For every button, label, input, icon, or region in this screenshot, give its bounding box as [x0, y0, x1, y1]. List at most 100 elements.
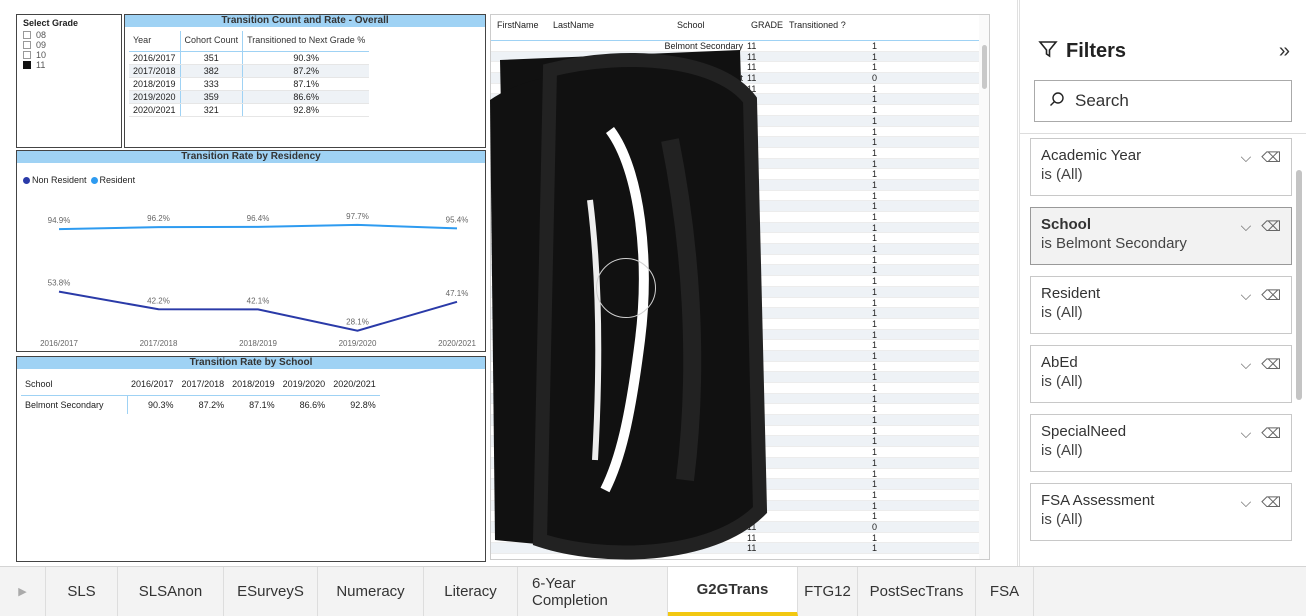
column-header[interactable]: Transitioned ? — [789, 20, 855, 30]
school-table-visual[interactable]: Transition Rate by School School 2016/201… — [16, 356, 486, 562]
tab-g2gtrans[interactable]: G2GTrans — [668, 567, 798, 616]
table-row[interactable]: 11 1 — [491, 62, 989, 74]
table-row[interactable]: 11 1 — [491, 393, 989, 405]
table-row[interactable]: 11 1 — [491, 404, 989, 416]
column-header[interactable]: FirstName — [491, 20, 553, 30]
column-header[interactable]: 2019/2020 — [278, 375, 330, 396]
column-header[interactable]: 2017/2018 — [177, 375, 229, 396]
filter-card-specialneed[interactable]: SpecialNeed is (All) ⌵ ⌫ — [1030, 414, 1292, 472]
chevron-down-icon[interactable]: ⌵ — [1241, 218, 1252, 235]
student-table-scrollbar[interactable] — [979, 15, 989, 559]
table-row[interactable]: 11 1 — [491, 179, 989, 191]
series-line-resident[interactable] — [58, 223, 458, 231]
column-header[interactable]: School — [663, 20, 751, 30]
table-row[interactable]: 11 1 — [491, 276, 989, 287]
eraser-icon[interactable]: ⌫ — [1261, 494, 1281, 511]
tab-sls[interactable]: SLS — [46, 567, 118, 616]
column-header[interactable]: School — [21, 375, 127, 396]
tab-numeracy[interactable]: Numeracy — [318, 567, 424, 616]
table-row[interactable]: 11 1 — [491, 212, 989, 223]
table-row[interactable]: 11 0 — [491, 521, 989, 533]
table-row[interactable]: 11 1 — [491, 255, 989, 266]
filter-card-resident[interactable]: Resident is (All) ⌵ ⌫ — [1030, 276, 1292, 334]
filters-scrollbar[interactable] — [1296, 170, 1302, 400]
table-row[interactable]: 11 1 — [491, 457, 989, 469]
table-row[interactable]: 11 1 — [491, 286, 989, 298]
filters-search-input[interactable]: Search — [1034, 80, 1292, 122]
chevron-down-icon[interactable]: ⌵ — [1241, 287, 1252, 304]
tab-literacy[interactable]: Literacy — [424, 567, 518, 616]
table-row[interactable]: 11 1 — [491, 201, 989, 212]
table-row[interactable]: 11 1 — [491, 169, 989, 180]
column-header[interactable]: Transitioned to Next Grade % — [242, 31, 370, 52]
table-row[interactable]: Belmont 11 1 — [491, 500, 989, 512]
column-header[interactable]: Year — [129, 31, 181, 52]
table-row[interactable]: 11 1 — [491, 543, 989, 554]
table-row[interactable]: 11 1 — [491, 426, 989, 437]
eraser-icon[interactable]: ⌫ — [1261, 356, 1281, 373]
checkbox[interactable] — [23, 61, 31, 69]
table-row[interactable]: 11 1 — [491, 298, 989, 309]
tab-postsectrans[interactable]: PostSecTrans — [858, 567, 976, 616]
table-row[interactable]: 11 1 — [491, 137, 989, 148]
table-row[interactable]: 11 1 — [491, 415, 989, 426]
table-row[interactable]: Belmont 11 1 — [491, 94, 989, 106]
tab-fsa[interactable]: FSA — [976, 567, 1034, 616]
table-row[interactable]: 11 1 — [491, 222, 989, 234]
filter-card-fsa-assessment[interactable]: FSA Assessment is (All) ⌵ ⌫ — [1030, 483, 1292, 541]
chevron-down-icon[interactable]: ⌵ — [1241, 494, 1252, 511]
checkbox[interactable] — [23, 41, 31, 49]
tab-scroll-left-icon[interactable]: ▶ — [0, 567, 46, 616]
table-row[interactable]: 11 1 — [491, 265, 989, 277]
table-row[interactable]: 11 1 — [491, 479, 989, 490]
column-header[interactable]: Cohort Count — [180, 31, 244, 52]
residency-chart-visual[interactable]: Transition Rate by Residency Non Residen… — [16, 150, 486, 352]
column-header[interactable]: 2016/2017 — [127, 375, 178, 396]
column-header[interactable]: 2020/2021 — [329, 375, 380, 396]
table-row[interactable]: 11 1 — [491, 148, 989, 159]
eraser-icon[interactable]: ⌫ — [1261, 149, 1281, 166]
tab-6-year-completion[interactable]: 6-Year Completion — [518, 567, 668, 616]
eraser-icon[interactable]: ⌫ — [1261, 287, 1281, 304]
table-row[interactable]: 11 1 — [491, 105, 989, 116]
filter-card-abed[interactable]: AbEd is (All) ⌵ ⌫ — [1030, 345, 1292, 403]
overall-table-visual[interactable]: Transition Count and Rate - Overall Year… — [124, 14, 486, 148]
grade-option[interactable]: 11 — [23, 60, 115, 70]
table-row[interactable]: 11 1 — [491, 191, 989, 202]
table-row[interactable]: 11 1 — [491, 469, 989, 480]
table-row[interactable]: 11 1 — [491, 447, 989, 458]
eraser-icon[interactable]: ⌫ — [1261, 425, 1281, 442]
table-row[interactable]: 11 1 — [491, 308, 989, 319]
tab-esurveys[interactable]: ESurveyS — [224, 567, 318, 616]
table-row[interactable]: 11 1 — [491, 533, 989, 544]
table-row[interactable]: 11 1 — [491, 51, 989, 63]
column-header[interactable]: GRADE — [751, 20, 789, 30]
table-row[interactable]: Belmont 11 1 — [491, 84, 989, 95]
column-header[interactable]: LastName — [553, 20, 663, 30]
grade-option[interactable]: 10 — [23, 50, 115, 60]
table-row[interactable]: Belmont Secondary 11 1 — [491, 41, 989, 52]
chevron-down-icon[interactable]: ⌵ — [1241, 425, 1252, 442]
table-row[interactable]: 11 1 — [491, 319, 989, 330]
chevron-down-icon[interactable]: ⌵ — [1241, 149, 1252, 166]
table-row[interactable]: Belmont 11 1 — [491, 490, 989, 501]
tab-slsanon[interactable]: SLSAnon — [118, 567, 224, 616]
student-table-visual[interactable]: FirstName LastName School GRADE Transitioned… — [490, 14, 990, 560]
table-row[interactable]: 11 1 — [491, 158, 989, 170]
table-row[interactable]: 11 1 — [491, 372, 989, 383]
table-row[interactable]: 11 1 — [491, 233, 989, 245]
table-row[interactable]: 11 1 — [491, 127, 989, 138]
grade-slicer[interactable]: Select Grade 08 09 10 11 — [16, 14, 122, 148]
checkbox[interactable] — [23, 31, 31, 39]
table-row[interactable]: 11 1 — [491, 511, 989, 522]
collapse-filters-icon[interactable]: » — [1279, 40, 1290, 63]
grade-option[interactable]: 09 — [23, 40, 115, 50]
table-row[interactable]: 11 1 — [491, 340, 989, 351]
column-header[interactable]: 2018/2019 — [228, 375, 279, 396]
table-row[interactable]: Belmont 11 0 — [491, 73, 989, 84]
chevron-down-icon[interactable]: ⌵ — [1241, 356, 1252, 373]
table-row[interactable]: 11 1 — [491, 383, 989, 394]
eraser-icon[interactable]: ⌫ — [1261, 218, 1281, 235]
table-row[interactable]: 11 1 — [491, 362, 989, 373]
checkbox[interactable] — [23, 51, 31, 59]
